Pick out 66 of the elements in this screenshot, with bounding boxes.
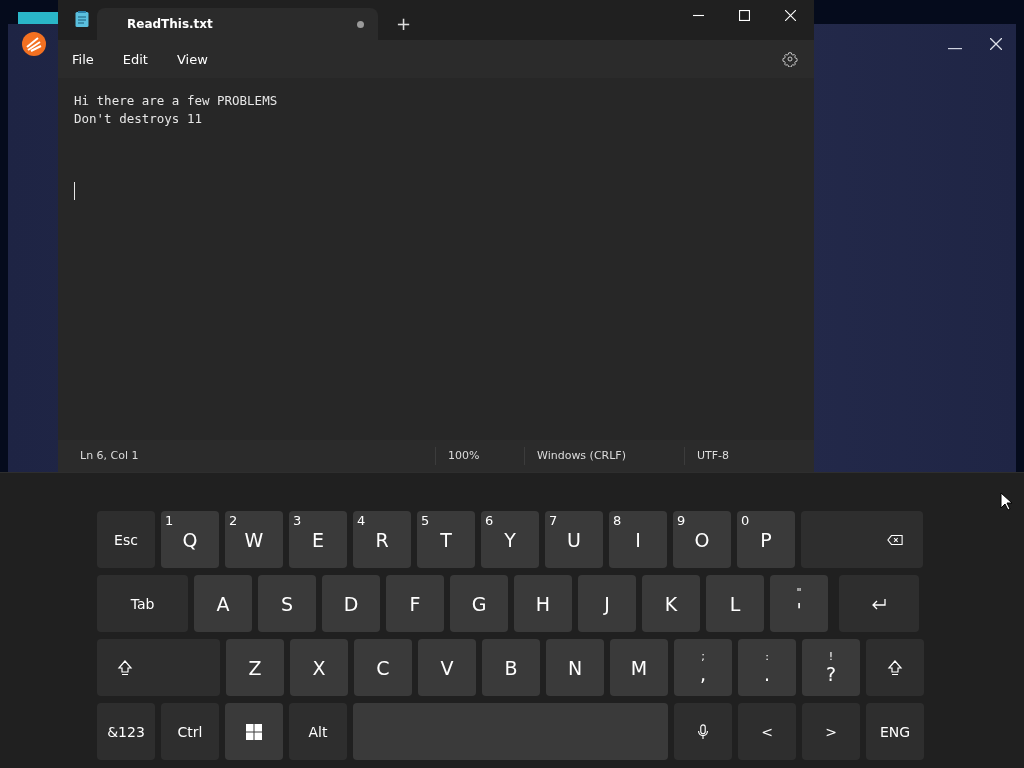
letter-key[interactable]: J <box>578 575 636 632</box>
new-tab-button[interactable]: + <box>392 13 416 34</box>
windows-key[interactable] <box>225 703 283 760</box>
function-key[interactable]: &123 <box>97 703 155 760</box>
function-key[interactable]: > <box>802 703 860 760</box>
text-line: Don't destroys 11 <box>74 110 203 128</box>
close-icon[interactable] <box>990 38 1002 50</box>
letter-key[interactable]: 8 I <box>609 511 667 568</box>
status-item: 100% <box>436 447 525 465</box>
status-item: Ln 6, Col 1 <box>58 447 436 465</box>
document-tab[interactable]: ReadThis.txt <box>97 8 378 40</box>
symbol-key[interactable]: : . <box>738 639 796 696</box>
letter-key[interactable]: L <box>706 575 764 632</box>
letter-key[interactable]: 4 R <box>353 511 411 568</box>
letter-key[interactable]: N <box>546 639 604 696</box>
microphone-key[interactable] <box>674 703 732 760</box>
function-key[interactable]: ENG <box>866 703 924 760</box>
letter-key[interactable]: X <box>290 639 348 696</box>
function-key[interactable]: Esc <box>97 511 155 568</box>
text-caret <box>74 182 75 200</box>
microphone-icon <box>695 723 711 740</box>
letter-key[interactable]: 5 T <box>417 511 475 568</box>
tab-title: ReadThis.txt <box>127 17 213 31</box>
letter-key[interactable]: 0 P <box>737 511 795 568</box>
letter-key[interactable]: 9 O <box>673 511 731 568</box>
function-key[interactable]: Tab <box>97 575 188 632</box>
status-item: Windows (CRLF) <box>525 447 685 465</box>
letter-key[interactable]: 1 Q <box>161 511 219 568</box>
shift-icon <box>887 659 903 676</box>
letter-key[interactable]: 6 Y <box>481 511 539 568</box>
letter-key[interactable]: G <box>450 575 508 632</box>
notepad-icon <box>75 11 89 27</box>
shift-key[interactable] <box>866 639 924 696</box>
menu-item[interactable]: View <box>168 47 216 71</box>
window-edge <box>18 12 60 24</box>
letter-key[interactable]: 3 E <box>289 511 347 568</box>
letter-key[interactable]: K <box>642 575 700 632</box>
letter-key[interactable]: 7 U <box>545 511 603 568</box>
status-item: UTF-8 <box>696 448 730 464</box>
symbol-key[interactable]: ; , <box>674 639 732 696</box>
letter-key[interactable]: A <box>194 575 252 632</box>
function-key[interactable]: < <box>738 703 796 760</box>
symbol-key[interactable]: " ' <box>770 575 828 632</box>
shift-icon <box>117 659 133 676</box>
app-logo-icon <box>22 32 46 56</box>
letter-key[interactable]: 2 W <box>225 511 283 568</box>
letter-key[interactable]: B <box>482 639 540 696</box>
menu-item[interactable]: File <box>64 47 102 71</box>
text-line: Hi there are a few PROBLEMS <box>74 92 279 110</box>
function-key[interactable]: Ctrl <box>161 703 219 760</box>
windows-logo-icon <box>246 723 262 740</box>
letter-key[interactable]: D <box>322 575 380 632</box>
letter-key[interactable]: F <box>386 575 444 632</box>
minimize-icon[interactable] <box>948 48 962 50</box>
letter-key[interactable]: Z <box>226 639 284 696</box>
letter-key[interactable]: H <box>514 575 572 632</box>
letter-key[interactable]: C <box>354 639 412 696</box>
function-key[interactable]: Alt <box>289 703 347 760</box>
letter-key[interactable]: V <box>418 639 476 696</box>
maximize-icon[interactable] <box>739 10 750 21</box>
symbol-key[interactable]: ! ? <box>802 639 860 696</box>
settings-icon[interactable] <box>782 51 798 67</box>
letter-key[interactable]: M <box>610 639 668 696</box>
mouse-pointer-icon <box>1000 492 1012 511</box>
letter-key[interactable]: S <box>258 575 316 632</box>
menu-item[interactable]: Edit <box>114 47 156 71</box>
